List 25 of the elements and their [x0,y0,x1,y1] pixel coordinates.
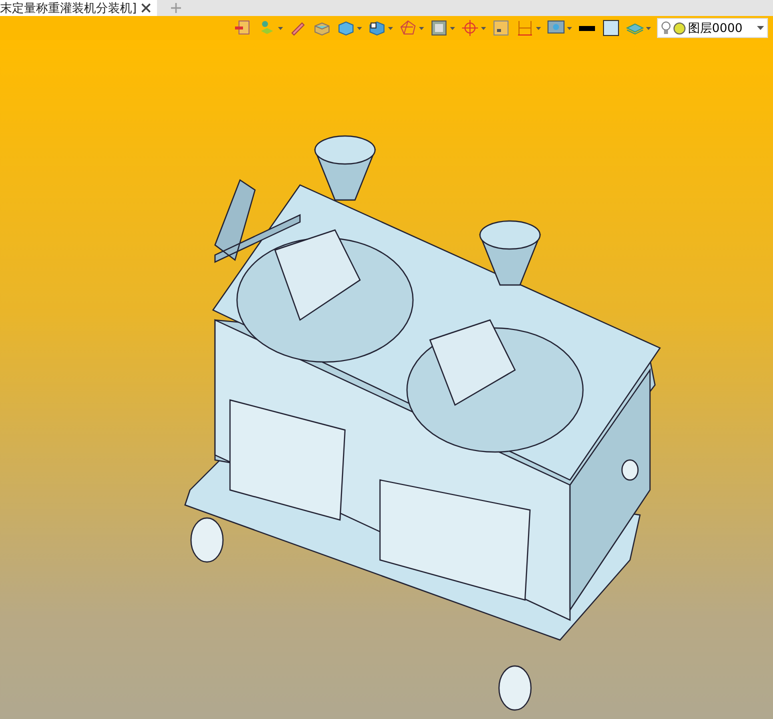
caret-icon[interactable] [357,26,362,30]
cube-icon[interactable] [337,19,355,37]
caret-icon[interactable] [646,26,651,30]
caret-icon[interactable] [278,26,283,30]
exit-icon[interactable] [234,19,252,37]
target-icon[interactable] [461,19,479,37]
cube-view-icon[interactable] [368,19,386,37]
caret-icon[interactable] [481,26,486,30]
layer-dropdown[interactable]: 图层0000 [657,18,768,38]
wireframe-icon[interactable] [399,19,417,37]
square-frame-icon[interactable] [430,19,448,37]
document-tab[interactable]: 末定量称重灌装机分装机] [0,0,157,16]
caret-icon[interactable] [567,26,572,30]
frame-icon[interactable] [492,19,510,37]
dimension-icon[interactable] [516,19,534,37]
caret-icon[interactable] [388,26,393,30]
lightbulb-icon [661,21,671,35]
circle-icon [673,22,686,34]
plus-icon[interactable] [170,3,181,13]
caret-icon[interactable] [419,26,424,30]
caret-icon[interactable] [450,26,455,30]
close-icon[interactable] [140,3,151,13]
color-swatch-icon[interactable] [602,19,620,37]
caret-icon[interactable] [536,26,541,30]
caret-icon[interactable] [757,26,764,30]
